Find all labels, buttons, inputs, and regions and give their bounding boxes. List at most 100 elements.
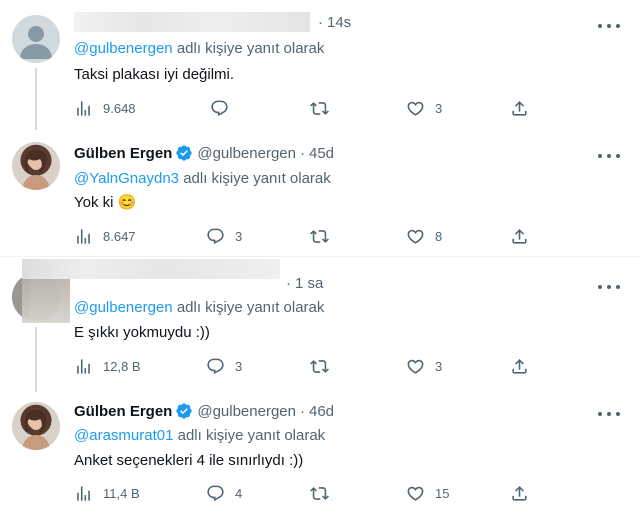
share-button[interactable]	[510, 98, 539, 118]
tweet-text: Anket seçenekleri 4 ile sınırlıydı :))	[74, 452, 304, 469]
like-button[interactable]: 3	[406, 356, 442, 376]
reply-count: 3	[235, 358, 243, 374]
reply-context: @gulbenergen adlı kişiye yanıt olarak	[74, 40, 324, 57]
heart-icon	[406, 99, 425, 118]
reply-button[interactable]: 3	[206, 226, 242, 246]
reply-button[interactable]: 3	[206, 356, 242, 376]
reply-mention[interactable]: @gulbenergen	[74, 40, 173, 57]
views-icon	[74, 357, 93, 376]
reply-button[interactable]	[210, 98, 239, 118]
tweet[interactable]: Gülben Ergen @gulbenergen · 45d @YalnGna…	[0, 130, 640, 254]
tweet-header: Gülben Ergen @gulbenergen · 45d	[74, 144, 334, 162]
tweet-text: Taksi plakası iyi değilmi.	[74, 66, 235, 83]
views-count: 8.647	[103, 228, 136, 244]
retweet-button[interactable]	[310, 98, 339, 118]
reply-context: @gulbenergen adlı kişiye yanıt olarak	[74, 299, 324, 316]
reply-mention[interactable]: @arasmurat01	[74, 427, 173, 444]
separator-dot: ·	[299, 402, 305, 420]
verified-badge-icon	[175, 144, 193, 162]
views-button[interactable]: 9.648	[74, 98, 136, 118]
like-button[interactable]: 3	[406, 98, 442, 118]
share-button[interactable]	[510, 226, 539, 246]
views-count: 9.648	[103, 100, 136, 116]
timestamp[interactable]: 45d	[309, 145, 334, 162]
action-bar: 11,4 B 4 15	[74, 483, 544, 503]
action-bar: 12,8 B 3 3	[74, 356, 544, 376]
reply-mention[interactable]: @gulbenergen	[74, 299, 173, 316]
like-button[interactable]: 8	[406, 226, 442, 246]
tweet-header: · 1 sa	[282, 275, 323, 292]
thread-line	[35, 327, 37, 392]
thread-line	[35, 68, 37, 130]
reply-icon	[206, 484, 225, 503]
views-button[interactable]: 11,4 B	[74, 483, 140, 503]
timestamp[interactable]: 1 sa	[295, 275, 323, 292]
separator-dot: ·	[318, 14, 323, 31]
reply-icon	[206, 227, 225, 246]
tweet-text: E şıkkı yokmuydu :))	[74, 324, 210, 341]
reply-button[interactable]: 4	[206, 483, 242, 503]
timestamp[interactable]: 14s	[327, 14, 351, 31]
tweet[interactable]: · 14s @gulbenergen adlı kişiye yanıt ola…	[0, 0, 640, 130]
reply-count: 4	[235, 485, 243, 501]
retweet-button[interactable]	[310, 483, 339, 503]
like-count: 15	[435, 485, 450, 501]
reply-label: adlı kişiye yanıt olarak	[176, 40, 325, 57]
share-icon	[510, 357, 529, 376]
views-button[interactable]: 12,8 B	[74, 356, 141, 376]
share-button[interactable]	[510, 356, 539, 376]
share-button[interactable]	[510, 483, 539, 503]
retweet-icon	[310, 357, 329, 376]
blurred-username	[74, 12, 310, 32]
reply-label: adlı kişiye yanıt olarak	[176, 299, 325, 316]
username[interactable]: @gulbenergen	[197, 403, 296, 420]
timestamp[interactable]: 46d	[309, 403, 334, 420]
retweet-button[interactable]	[310, 226, 339, 246]
blurred-profile-image	[22, 279, 70, 323]
reply-mention[interactable]: @YalnGnaydn3	[74, 170, 179, 187]
like-count: 3	[435, 100, 443, 116]
more-options-icon[interactable]	[598, 18, 620, 34]
avatar[interactable]	[12, 402, 60, 450]
reply-context: @arasmurat01 adlı kişiye yanıt olarak	[74, 427, 325, 444]
reply-context: @YalnGnaydn3 adlı kişiye yanıt olarak	[74, 170, 331, 187]
views-count: 12,8 B	[103, 358, 141, 374]
reply-label: adlı kişiye yanıt olarak	[183, 170, 331, 187]
blurred-username	[22, 259, 280, 279]
share-icon	[510, 227, 529, 246]
views-icon	[74, 99, 93, 118]
tweet-header: Gülben Ergen @gulbenergen · 46d	[74, 402, 334, 420]
more-options-icon[interactable]	[598, 148, 620, 164]
tweet[interactable]: · 1 sa @gulbenergen adlı kişiye yanıt ol…	[0, 257, 640, 392]
display-name[interactable]: Gülben Ergen	[74, 403, 172, 420]
like-count: 8	[435, 228, 443, 244]
retweet-icon	[310, 484, 329, 503]
heart-icon	[406, 357, 425, 376]
action-bar: 9.648 3	[74, 98, 544, 118]
retweet-button[interactable]	[310, 356, 339, 376]
views-count: 11,4 B	[103, 485, 140, 501]
views-icon	[74, 484, 93, 503]
verified-badge-icon	[175, 402, 193, 420]
username[interactable]: @gulbenergen	[197, 145, 296, 162]
retweet-icon	[310, 227, 329, 246]
tweet[interactable]: Gülben Ergen @gulbenergen · 46d @arasmur…	[0, 392, 640, 524]
share-icon	[510, 99, 529, 118]
share-icon	[510, 484, 529, 503]
views-icon	[74, 227, 93, 246]
reply-label: adlı kişiye yanıt olarak	[177, 427, 326, 444]
reply-icon	[210, 99, 229, 118]
default-avatar[interactable]	[12, 15, 60, 63]
more-options-icon[interactable]	[598, 279, 620, 295]
reply-icon	[206, 357, 225, 376]
display-name[interactable]: Gülben Ergen	[74, 145, 172, 162]
action-bar: 8.647 3 8	[74, 226, 544, 246]
views-button[interactable]: 8.647	[74, 226, 136, 246]
tweet-header: · 14s	[314, 14, 351, 31]
separator-dot: ·	[299, 144, 305, 162]
heart-icon	[406, 227, 425, 246]
avatar[interactable]	[12, 142, 60, 190]
like-button[interactable]: 15	[406, 483, 449, 503]
more-options-icon[interactable]	[598, 406, 620, 422]
separator-dot: ·	[286, 275, 291, 292]
